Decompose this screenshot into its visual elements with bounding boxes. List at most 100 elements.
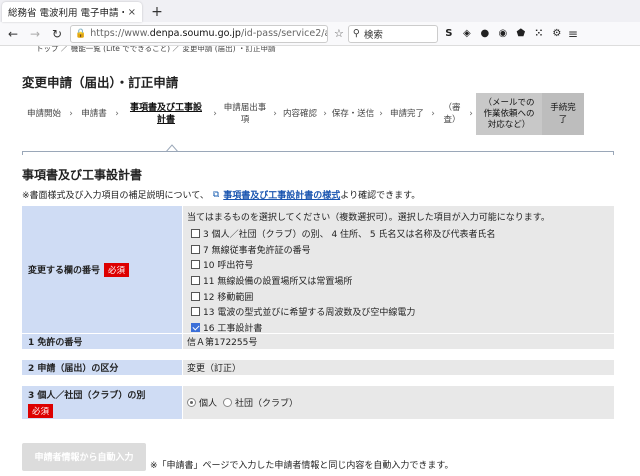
step-procedure-done: 手続完 了 (542, 93, 584, 135)
new-tab-button[interactable]: + (146, 2, 168, 22)
extension-s-icon[interactable]: S (442, 26, 456, 42)
individual-club-label-cell: 3 個人／社団（クラブ）の別 必須 (22, 386, 182, 420)
category-label: 2 申請（届出）の区分 (22, 360, 182, 376)
tab-close-icon[interactable]: × (128, 7, 136, 18)
menu-icon[interactable]: ≡ (568, 27, 578, 41)
step-mail-response: （メールでの 作業依頼への 対応など） (476, 93, 542, 135)
step-separator-icon: › (213, 109, 217, 119)
external-link-icon: ⧉ (212, 189, 220, 200)
step-separator-icon: › (379, 109, 383, 119)
step-items: 申請届出事 項 (223, 103, 267, 125)
radio-individual[interactable]: 個人 (187, 396, 217, 409)
step-separator-icon: › (469, 109, 473, 119)
back-icon[interactable]: ← (4, 25, 22, 43)
form-row-change-fields: 変更する欄の番号 必須 当てはまるものを選択してください（複数選択可）。選択した… (22, 206, 614, 334)
progress-steps: 申請開始 › 申請書 › 事項書及び工事設 計書 › 申請届出事 項 › 内容確… (22, 93, 610, 171)
bookmark-star-icon[interactable]: ☆ (334, 27, 344, 40)
url-bar[interactable]: 🔒 https://www. denpa.soumu.go.jp/id-pass/… (70, 24, 328, 43)
browser-tab[interactable]: 総務省 電波利用 電子申請・ × (2, 2, 142, 22)
tab-title: 総務省 電波利用 電子申請・ (8, 8, 124, 19)
autofill-area: 申請者情報から自動入力 ※「申請書」ページで入力した申請者情報と同じ内容を自動入… (22, 442, 453, 471)
extension-shield-icon[interactable]: ⬟ (514, 26, 528, 42)
license-value: 信Ａ第172255号 (182, 334, 614, 350)
search-input[interactable]: ⚲ 検索 (347, 24, 438, 43)
change-fields-label: 変更する欄の番号 (28, 266, 101, 276)
checkbox[interactable] (191, 244, 200, 254)
checkbox-label: 3 個人／社団（クラブ）の別、 4 住所、 5 氏名又は名称及び代表者氏名 (203, 230, 496, 241)
checkbox[interactable] (191, 307, 200, 317)
radio-club[interactable]: 社団（クラブ） (223, 396, 298, 409)
form-row-category: 2 申請（届出）の区分 変更（訂正） (22, 360, 614, 376)
checkbox[interactable] (191, 229, 200, 239)
step-separator-icon: › (69, 109, 73, 119)
browser-navbar: ← → ↻ 🔒 https://www. denpa.soumu.go.jp/id… (0, 22, 640, 46)
checkbox[interactable] (191, 322, 200, 332)
extension-mask-icon[interactable]: ● (478, 26, 492, 42)
format-note: ※書面様式及び入力項目の補足説明について、 ⧉ 事項書及び工事設計書の様式 より… (22, 188, 421, 202)
note-suffix: より確認できます。 (340, 191, 421, 201)
step-separator-icon: › (115, 109, 119, 119)
autofill-button[interactable]: 申請者情報から自動入力 (22, 442, 146, 471)
checkbox-label: 12 移動範囲 (203, 292, 254, 303)
page-title: 変更申請（届出）・訂正申請 (22, 75, 179, 90)
step-confirm: 内容確認 (282, 109, 317, 119)
individual-club-options: 個人 社団（クラブ） (182, 386, 614, 420)
change-fields-help: 当てはまるものを選択してください（複数選択可）。選択した項目が入力可能になります… (187, 213, 550, 223)
radio-individual-label: 個人 (199, 399, 218, 409)
checkbox-list: 3 個人／社団（クラブ）の別、 4 住所、 5 氏名又は名称及び代表者氏名 7 無… (187, 226, 495, 335)
checkbox-label: 10 呼出符号 (203, 261, 254, 272)
extension-dots-icon[interactable]: ⁙ (532, 26, 546, 42)
checkbox-label: 13 電波の型式並びに希望する周波数及び空中線電力 (203, 308, 416, 319)
form-row-license: 1 免許の番号 信Ａ第172255号 (22, 334, 614, 350)
extension-puzzle-icon[interactable]: ◈ (460, 26, 474, 42)
individual-club-label: 3 個人／社団（クラブ）の別 (28, 390, 146, 401)
step-save-send: 保存・送信 (331, 109, 375, 119)
change-field-option[interactable]: 10 呼出符号 (187, 257, 495, 273)
extension-gear-icon[interactable]: ⚙ (550, 26, 564, 42)
search-placeholder: 検索 (363, 29, 383, 41)
breadcrumb: トップ ／ 機能一覧 (Lite でできること) ／ 変更申請 (届出) ・訂正… (36, 46, 276, 53)
radio-club-icon[interactable] (223, 398, 233, 407)
autofill-note: ※「申請書」ページで入力した申請者情報と同じ内容を自動入力できます。 (150, 461, 454, 471)
step-current: 事項書及び工事設 計書 (129, 103, 202, 125)
form-gap (22, 376, 614, 386)
checkbox[interactable] (191, 260, 200, 270)
checkbox[interactable] (191, 291, 200, 301)
change-field-option[interactable]: 7 無線従事者免許証の番号 (187, 242, 495, 258)
change-field-option[interactable]: 11 無線設備の設置場所又は常置場所 (187, 273, 495, 289)
license-label: 1 免許の番号 (22, 334, 182, 350)
change-field-option[interactable]: 16 工事設計書 (187, 320, 495, 336)
change-field-option[interactable]: 13 電波の型式並びに希望する周波数及び空中線電力 (187, 304, 495, 320)
field-label: 変更する欄の番号 必須 (22, 206, 182, 334)
step-review: （審 査） (443, 103, 461, 125)
url-prefix: https://www. (90, 28, 150, 39)
page-content: トップ ／ 機能一覧 (Lite でできること) ／ 変更申請 (届出) ・訂正… (0, 46, 640, 476)
search-icon: ⚲ (352, 28, 360, 39)
extension-blob-icon[interactable]: ◉ (496, 26, 510, 42)
checkbox[interactable] (191, 276, 200, 286)
radio-group: 個人 社団（クラブ） (187, 396, 298, 409)
steps-underline (22, 151, 614, 155)
category-value: 変更（訂正） (182, 360, 614, 376)
radio-individual-icon[interactable] (187, 398, 196, 407)
application-form: 変更する欄の番号 必須 当てはまるものを選択してください（複数選択可）。選択した… (22, 206, 614, 420)
change-fields-options: 当てはまるものを選択してください（複数選択可）。選択した項目が入力可能になります… (182, 206, 614, 334)
format-link[interactable]: 事項書及び工事設計書の様式 (223, 188, 340, 201)
step-separator-icon: › (273, 109, 277, 119)
required-badge: 必須 (104, 262, 130, 277)
checkbox-label: 16 工事設計書 (203, 323, 263, 334)
checkbox-label: 11 無線設備の設置場所又は常置場所 (203, 277, 353, 288)
change-field-option[interactable]: 3 個人／社団（クラブ）の別、 4 住所、 5 氏名又は名称及び代表者氏名 (187, 226, 495, 242)
reload-icon[interactable]: ↻ (48, 25, 66, 43)
step-application: 申請書 (81, 109, 107, 119)
radio-club-label: 社団（クラブ） (235, 399, 299, 409)
step-separator-icon: › (431, 109, 435, 119)
step-separator-icon: › (323, 109, 327, 119)
required-badge: 必須 (28, 403, 54, 418)
step-start: 申請開始 (26, 109, 61, 119)
browser-tabbar: 総務省 電波利用 電子申請・ × + (0, 0, 640, 22)
checkbox-label: 7 無線従事者免許証の番号 (203, 245, 311, 256)
forward-icon[interactable]: → (26, 25, 44, 43)
change-field-option[interactable]: 12 移動範囲 (187, 288, 495, 304)
step-complete: 申請完了 (389, 109, 424, 119)
